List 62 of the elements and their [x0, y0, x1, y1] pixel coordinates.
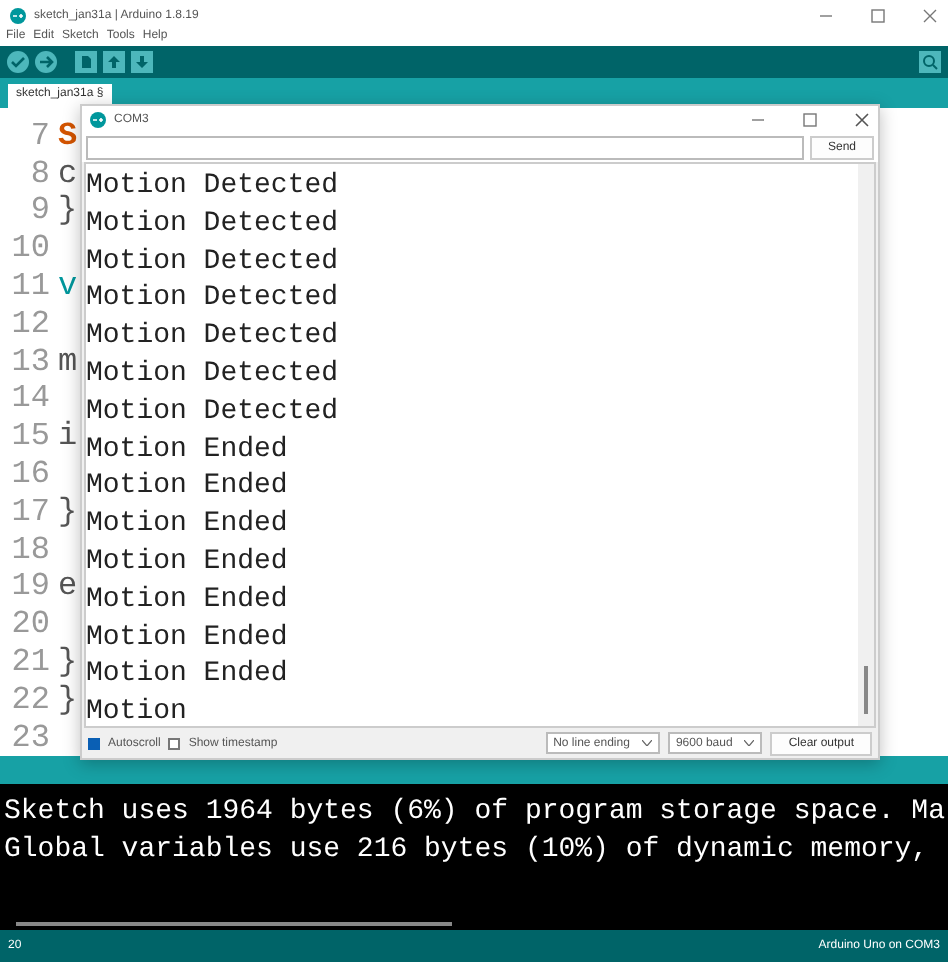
scrollbar-thumb[interactable] — [16, 922, 452, 927]
line-number: 9 — [28, 192, 50, 229]
code-text: S — [58, 117, 78, 154]
timestamp-checkbox[interactable] — [168, 737, 181, 749]
output-line: Motion Detected — [86, 168, 341, 206]
code-text: v — [58, 267, 78, 304]
output-line: Motion Ended — [86, 506, 290, 544]
close-icon[interactable] — [922, 7, 938, 24]
code-text: } — [58, 493, 78, 530]
code-text: m — [58, 343, 78, 380]
code-text: } — [58, 192, 78, 229]
maximize-icon[interactable] — [870, 7, 886, 24]
output-line: Motion — [86, 694, 189, 726]
output-line: Motion Ended — [86, 543, 290, 582]
line-number: 21 — [9, 643, 50, 680]
chevron-icon — [744, 740, 755, 746]
app-logo-icon — [90, 111, 106, 127]
upload-icon[interactable] — [34, 50, 58, 75]
line-number: 22 — [9, 681, 50, 718]
console-line: Global variables use 216 bytes (10%) of dynamic memory, — [2, 831, 931, 870]
line-number: 23 — [9, 719, 50, 756]
chevron-icon — [641, 740, 652, 746]
save-icon[interactable] — [130, 50, 154, 75]
verify-icon[interactable] — [6, 50, 30, 75]
output-line: Motion Ended — [86, 468, 290, 507]
output-line: Motion Detected — [86, 205, 341, 244]
line-number: 8 — [28, 155, 50, 192]
output-line: Motion Ended — [86, 431, 290, 469]
console-line: Sketch uses 1964 bytes (6%) of program storage space. Ma — [2, 793, 947, 832]
output-line: Motion Ended — [86, 656, 290, 695]
line-number: 17 — [9, 493, 50, 530]
line-number: 10 — [9, 230, 50, 267]
line-number: 12 — [9, 305, 50, 342]
line-number: 16 — [9, 455, 50, 492]
output-line: Motion Detected — [86, 243, 341, 281]
code-text: i — [58, 418, 78, 455]
output-line: Motion Detected — [86, 280, 341, 319]
output-line: Motion Ended — [86, 581, 290, 620]
autoscroll-checkbox[interactable] — [88, 737, 100, 749]
code-text: e — [58, 568, 78, 605]
output-line: Motion Detected — [86, 355, 341, 394]
scrollbar-thumb[interactable] — [864, 666, 868, 714]
message-input-field[interactable] — [86, 135, 804, 159]
code-text: } — [58, 643, 78, 680]
line-number: 15 — [9, 418, 50, 455]
line-number: 7 — [28, 117, 50, 154]
line-number: 18 — [9, 531, 50, 568]
line-number: 13 — [9, 343, 50, 380]
open-icon[interactable] — [102, 50, 126, 75]
code-text: } — [58, 681, 78, 718]
line-number: 14 — [9, 380, 50, 417]
new-file-icon[interactable] — [74, 50, 98, 75]
output-line: Motion Detected — [86, 393, 341, 432]
line-number: 20 — [9, 606, 50, 643]
output-line: Motion Detected — [86, 318, 341, 356]
maximize-icon[interactable] — [802, 111, 818, 127]
serial-monitor-icon[interactable] — [918, 50, 942, 75]
line-number: 19 — [9, 568, 50, 605]
code-text: c — [58, 155, 78, 192]
line-number: 11 — [9, 267, 50, 304]
close-icon[interactable] — [854, 111, 870, 127]
output-line: Motion Ended — [86, 619, 290, 657]
